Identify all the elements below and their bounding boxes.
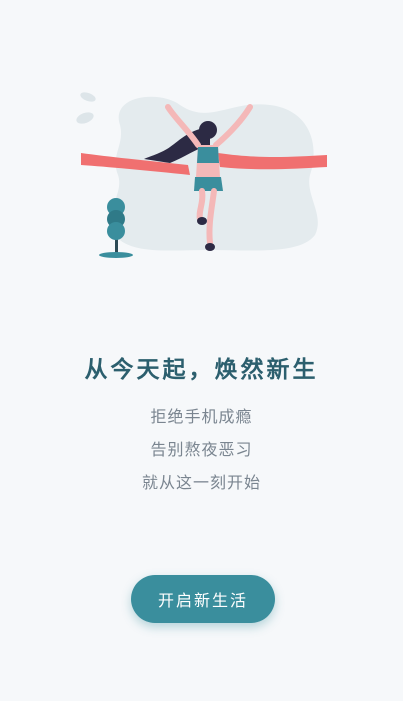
- page-title: 从今天起，焕然新生: [84, 357, 319, 383]
- subtitle-line-3: 就从这一刻开始: [141, 473, 261, 492]
- tree-ground: [99, 252, 133, 258]
- runner-shoe-right: [205, 243, 215, 251]
- runner-shoe-left: [197, 217, 207, 225]
- runner-leg-left: [196, 188, 206, 223]
- subtitle-line-2: 告别熬夜恶习: [150, 440, 253, 459]
- runner-head: [199, 121, 217, 139]
- leaf-1: [80, 92, 96, 102]
- tree-top-3: [107, 222, 125, 240]
- runner-shorts: [194, 177, 223, 191]
- leaf-2: [76, 112, 94, 124]
- runner-top: [197, 147, 219, 163]
- finish-line-runner-illustration: [76, 92, 327, 258]
- subtitle-line-1: 拒绝手机成瘾: [150, 407, 253, 426]
- start-new-life-button[interactable]: 开启新生活: [131, 575, 275, 623]
